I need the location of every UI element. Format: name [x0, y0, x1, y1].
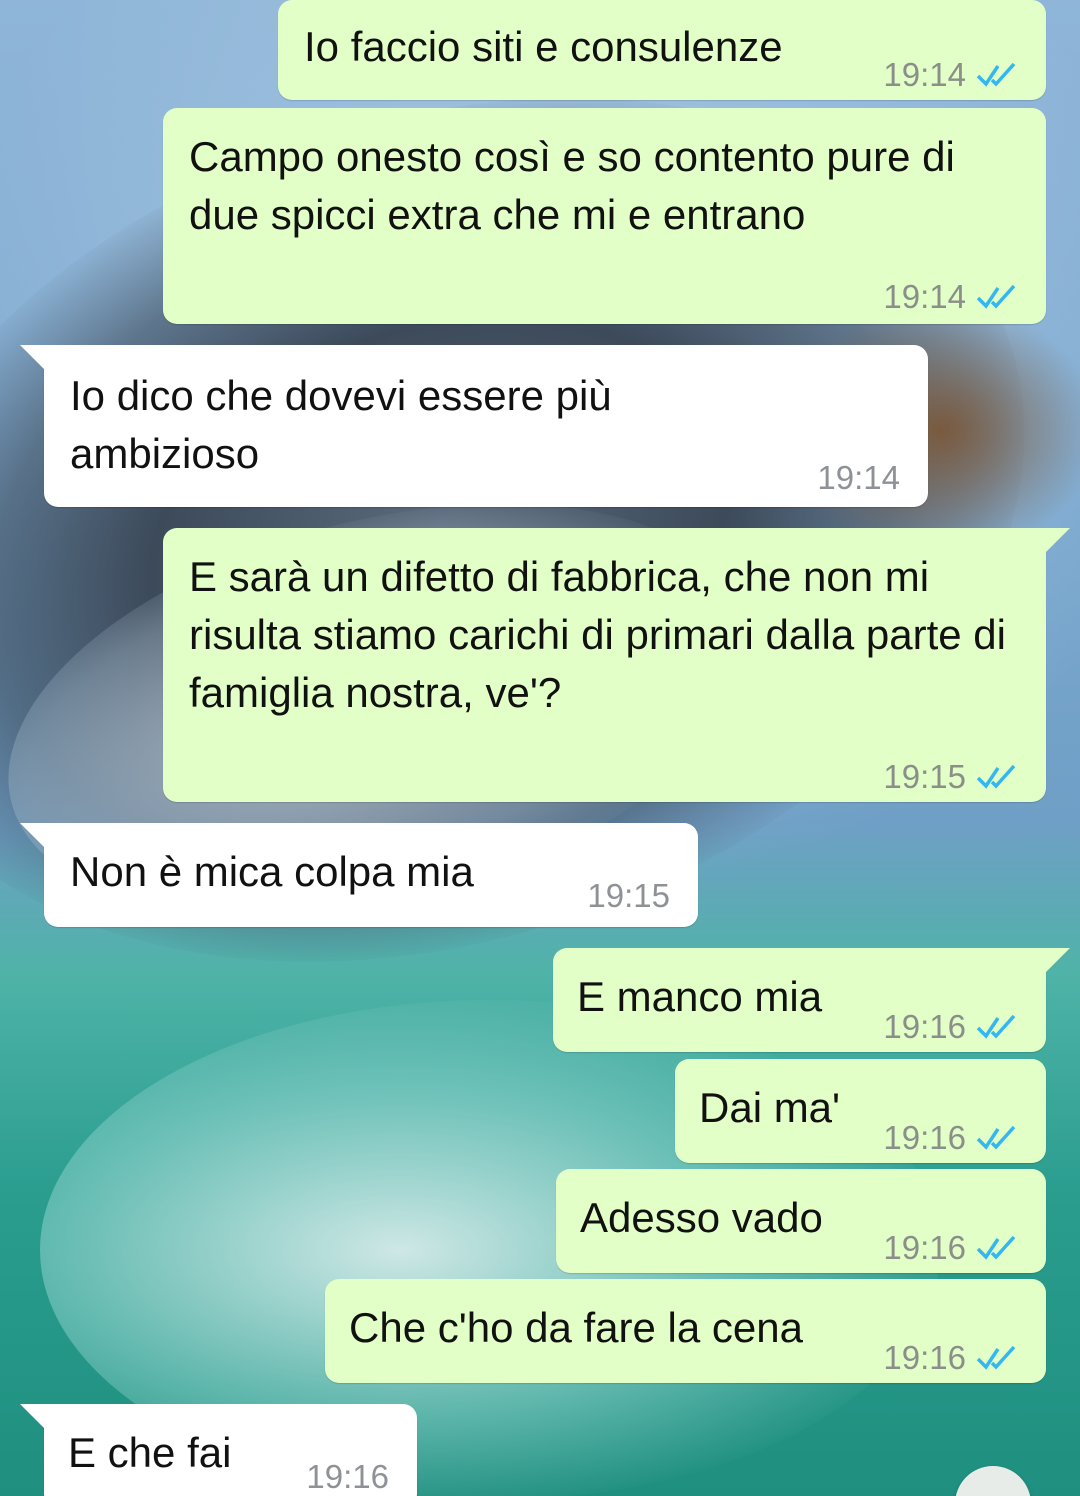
message-meta: 19:16	[883, 1219, 1020, 1277]
message-time: 19:14	[817, 459, 900, 496]
double-check-icon	[976, 1014, 1020, 1040]
message-meta: 19:16	[883, 998, 1020, 1056]
double-check-icon	[976, 1235, 1020, 1261]
message-bubble-outgoing[interactable]: Io faccio siti e consulenze 19:14	[278, 0, 1046, 100]
message-text: Che c'ho da fare la cena	[349, 1304, 803, 1351]
message-meta: 19:14	[883, 46, 1020, 104]
message-meta: 19:16	[306, 1448, 389, 1496]
message-bubble-incoming[interactable]: E che fai 19:16	[20, 1404, 417, 1496]
message-text: Io dico che dovevi essere più ambizioso	[70, 372, 612, 477]
scroll-down-icon[interactable]	[955, 1466, 1031, 1496]
message-meta: 19:15	[883, 748, 1020, 806]
double-check-icon	[976, 284, 1020, 310]
message-time: 19:16	[306, 1458, 389, 1495]
message-text: Dai ma'	[699, 1084, 841, 1131]
message-time: 19:16	[883, 1339, 966, 1376]
message-text: Campo onesto così e so contento pure di …	[189, 133, 955, 238]
message-time: 19:14	[883, 56, 966, 93]
message-text: Io faccio siti e consulenze	[304, 23, 783, 70]
message-bubble-incoming[interactable]: Non è mica colpa mia 19:15	[20, 823, 698, 927]
double-check-icon	[976, 1345, 1020, 1371]
message-meta: 19:14	[883, 268, 1020, 326]
message-text: E manco mia	[577, 973, 823, 1020]
message-text: Non è mica colpa mia	[70, 848, 474, 895]
message-bubble-outgoing[interactable]: Campo onesto così e so contento pure di …	[163, 108, 1046, 324]
message-bubble-outgoing[interactable]: Che c'ho da fare la cena 19:16	[325, 1279, 1046, 1383]
message-meta: 19:15	[587, 867, 670, 925]
message-time: 19:15	[883, 758, 966, 795]
message-text: E sarà un difetto di fabbrica, che non m…	[189, 553, 1006, 716]
message-time: 19:16	[883, 1008, 966, 1045]
double-check-icon	[976, 62, 1020, 88]
double-check-icon	[976, 1125, 1020, 1151]
message-meta: 19:14	[817, 449, 900, 507]
message-time: 19:15	[587, 877, 670, 914]
message-bubble-outgoing[interactable]: Adesso vado 19:16	[556, 1169, 1046, 1273]
message-time: 19:16	[883, 1229, 966, 1266]
message-bubble-outgoing[interactable]: E manco mia 19:16	[553, 948, 1070, 1052]
message-meta: 19:16	[883, 1109, 1020, 1167]
message-time: 19:14	[883, 278, 966, 315]
message-bubble-outgoing[interactable]: Dai ma' 19:16	[675, 1059, 1046, 1163]
message-bubble-incoming[interactable]: Io dico che dovevi essere più ambizioso …	[20, 345, 928, 507]
message-text: Adesso vado	[580, 1194, 823, 1241]
message-time: 19:16	[883, 1119, 966, 1156]
message-bubble-outgoing[interactable]: E sarà un difetto di fabbrica, che non m…	[163, 528, 1070, 802]
message-meta: 19:16	[883, 1329, 1020, 1387]
message-list[interactable]: Io faccio siti e consulenze 19:14 Campo …	[0, 0, 1080, 1496]
double-check-icon	[976, 764, 1020, 790]
message-text: E che fai	[68, 1429, 232, 1476]
